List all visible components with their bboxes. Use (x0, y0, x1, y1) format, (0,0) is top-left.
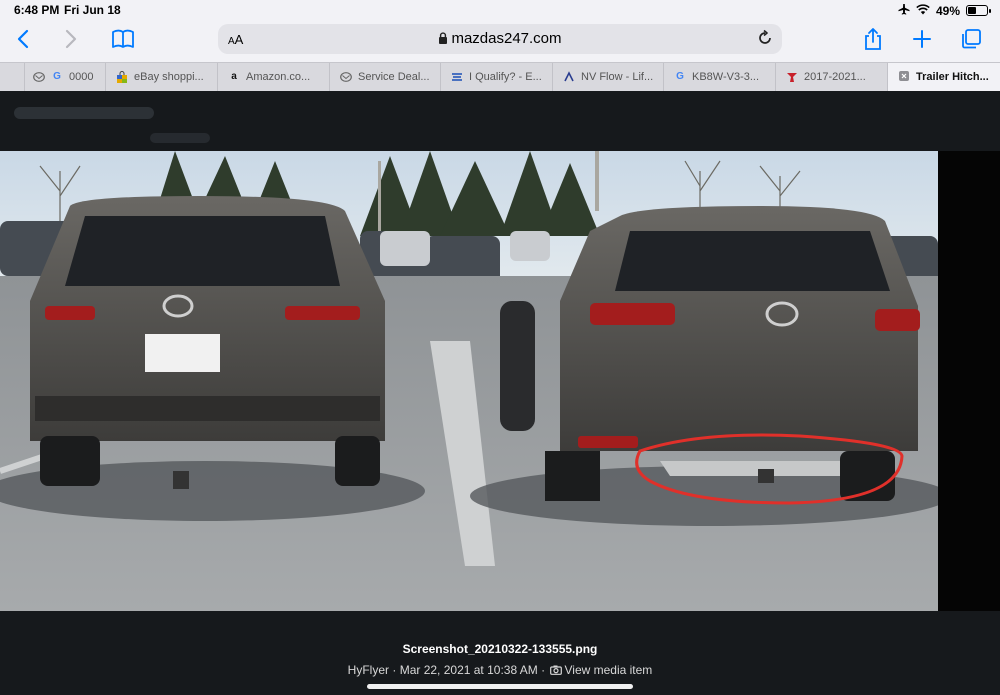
safari-toolbar: AA mazdas247.com (0, 20, 1000, 62)
view-media-label: View media item (564, 663, 653, 677)
tab-overview-button[interactable] (956, 24, 986, 54)
chevron-right-icon (65, 29, 77, 49)
tab-service[interactable]: Service Deal... (330, 63, 441, 91)
iqualify-icon (451, 71, 463, 83)
url-display[interactable]: mazdas247.com (218, 30, 782, 47)
tab-nvflow[interactable]: NV Flow - Lif... (553, 63, 664, 91)
tab-label: KB8W-V3-3... (692, 71, 760, 83)
page-content: Screenshot_20210322-133555.png HyFlyer ·… (0, 91, 1000, 695)
status-bar: 6:48 PM Fri Jun 18 49% (0, 0, 1000, 20)
media-filename: Screenshot_20210322-133555.png (402, 642, 598, 656)
new-tab-button[interactable] (907, 24, 937, 54)
share-button[interactable] (858, 24, 888, 54)
google-icon: G (53, 71, 61, 82)
tab-active[interactable]: Trailer Hitch... (888, 63, 1000, 91)
reload-icon (759, 29, 771, 44)
tab-label: Trailer Hitch... (916, 71, 989, 83)
status-time: 6:48 PM (14, 3, 60, 17)
ebay-bag-icon (116, 71, 128, 83)
google-icon: G (676, 71, 684, 82)
lock-icon (439, 32, 448, 44)
tab-mazda-forum[interactable]: 2017-2021... (776, 63, 888, 91)
close-tab-button[interactable] (898, 71, 910, 83)
address-bar[interactable]: AA mazdas247.com (218, 24, 782, 54)
media-image[interactable] (0, 151, 938, 611)
tab-iqualify[interactable]: I Qualify? - E... (441, 63, 553, 91)
tab-label: NV Flow - Lif... (581, 71, 654, 83)
amazon-icon: a (231, 71, 237, 82)
tab-ebay[interactable]: eBay shoppi... (106, 63, 218, 91)
tab-google[interactable]: G KB8W-V3-3... (664, 63, 776, 91)
wifi-icon (916, 3, 930, 18)
tab-0[interactable]: G 0000 (25, 63, 106, 91)
close-icon (899, 71, 909, 81)
tab-amazon[interactable]: a Amazon.co... (218, 63, 330, 91)
media-author[interactable]: HyFlyer (348, 663, 389, 677)
meta-separator: · (392, 663, 397, 677)
back-button[interactable] (8, 24, 38, 54)
share-icon (865, 28, 881, 50)
meta-separator: · (541, 663, 546, 677)
forward-button[interactable] (56, 24, 86, 54)
tab-label: 0000 (69, 71, 94, 83)
status-date: Fri Jun 18 (64, 3, 121, 17)
book-icon (112, 29, 134, 48)
bookmarks-button[interactable] (108, 24, 138, 54)
airplane-icon (898, 3, 910, 18)
url-text: mazdas247.com (451, 30, 562, 47)
mazda-logo-icon (33, 71, 45, 83)
tab-partial[interactable] (0, 63, 25, 91)
media-meta: HyFlyer · Mar 22, 2021 at 10:38 AM · Vie… (0, 663, 1000, 678)
blurred-header (14, 107, 154, 119)
tab-label: eBay shoppi... (134, 71, 204, 83)
tab-label: Amazon.co... (246, 71, 311, 83)
cars-photo (0, 151, 938, 611)
tab-label: Service Deal... (358, 71, 430, 83)
battery-percent: 49% (935, 3, 960, 18)
blurred-header (150, 133, 210, 143)
image-side-pane (938, 151, 1000, 611)
mazda-logo-icon (340, 71, 352, 83)
home-indicator[interactable] (367, 684, 633, 689)
nvflow-icon (563, 71, 575, 83)
status-right: 49% (898, 3, 991, 18)
tabs-icon (962, 29, 981, 49)
tab-label: 2017-2021... (804, 71, 866, 83)
mazda-red-icon (786, 71, 798, 83)
tab-label: I Qualify? - E... (469, 71, 542, 83)
media-datetime: Mar 22, 2021 at 10:38 AM (399, 663, 538, 677)
camera-icon (550, 664, 563, 678)
view-media-link[interactable]: View media item (548, 663, 652, 677)
battery-icon (966, 5, 991, 16)
tab-bar: G 0000 eBay shoppi... a Amazon.co... Ser… (0, 62, 1000, 91)
chevron-left-icon (17, 29, 29, 49)
battery-fill (968, 7, 977, 14)
reload-button[interactable] (756, 29, 774, 52)
plus-icon (913, 30, 931, 48)
